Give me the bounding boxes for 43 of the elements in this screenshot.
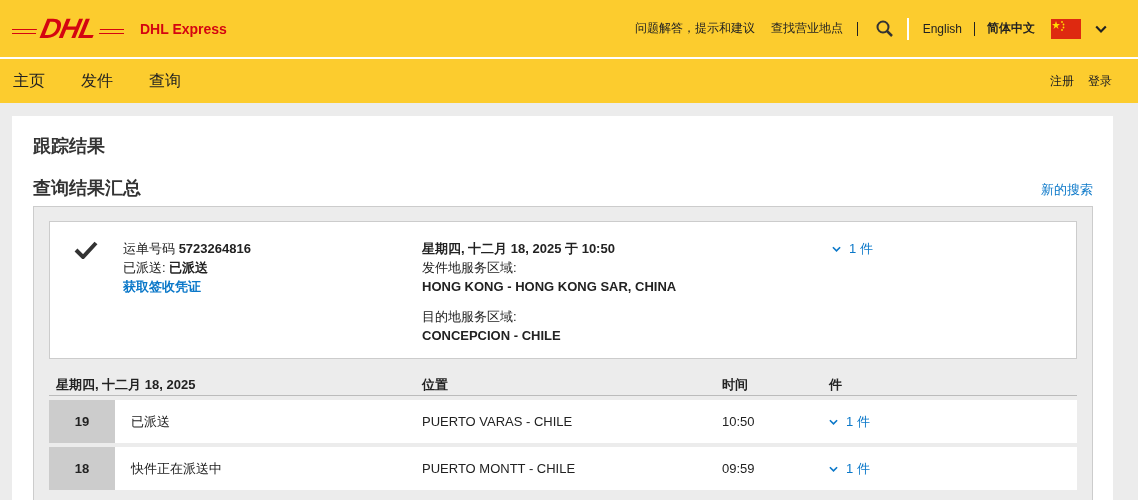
column-header: 星期四, 十二月 18, 2025: [55, 376, 197, 394]
page-title: 跟踪结果: [33, 135, 106, 158]
account-link[interactable]: 登录: [1088, 72, 1112, 90]
chevron-down-icon[interactable]: [1095, 24, 1107, 33]
column-header: 时间: [722, 376, 749, 394]
destination-value: CONCEPCION - CHILE: [422, 327, 562, 345]
pieces-link[interactable]: 1 件: [832, 239, 1076, 258]
column-header: 件: [829, 376, 843, 394]
header-link[interactable]: 查找营业地点: [770, 20, 843, 37]
chevron-down-icon: [829, 465, 838, 472]
search-icon[interactable]: [875, 20, 893, 37]
new-search-link[interactable]: 新的搜索: [1041, 181, 1093, 199]
origin-label: 发件地服务区域:: [422, 259, 518, 277]
event-time: 10:50: [722, 414, 756, 429]
column-header: 位置: [422, 376, 449, 394]
day-cell: 19: [49, 400, 115, 443]
waybill-number: 运单号码 5723264816: [123, 240, 252, 258]
brand-name: DHL Express: [140, 20, 227, 37]
event-location: PUERTO MONTT - CHILE: [422, 461, 577, 476]
event-time: 09:59: [722, 461, 756, 476]
delivery-status: 已派送: 已派送: [123, 259, 210, 277]
day-cell: 18: [49, 447, 115, 490]
chevron-down-icon: [829, 418, 838, 425]
nav-link[interactable]: 发件: [81, 70, 113, 92]
header-link[interactable]: 问题解答，提示和建议: [634, 20, 755, 37]
section-title: 查询结果汇总: [33, 177, 141, 200]
language-link[interactable]: English: [922, 21, 962, 36]
event-status: 快件正在派送中: [130, 459, 223, 478]
dhl-logo[interactable]: DHL: [12, 16, 124, 41]
pieces-link[interactable]: 1 件: [829, 412, 1077, 431]
nav-link[interactable]: 主页: [13, 70, 45, 92]
account-link[interactable]: 注册: [1050, 72, 1074, 90]
nav-link[interactable]: 查询: [149, 70, 181, 92]
proof-of-delivery-link[interactable]: 获取签收凭证: [123, 279, 201, 294]
origin-value: HONG KONG - HONG KONG SAR, CHINA: [422, 278, 678, 296]
delivery-date: 星期四, 十二月 18, 2025 于 10:50: [422, 240, 616, 258]
event-location: PUERTO VARAS - CHILE: [422, 414, 574, 429]
language-link[interactable]: 简体中文: [987, 20, 1035, 37]
destination-label: 目的地服务区域:: [422, 308, 518, 326]
flag-icon[interactable]: [1051, 18, 1081, 39]
event-status: 已派送: [130, 412, 171, 431]
pieces-link[interactable]: 1 件: [829, 459, 1077, 478]
chevron-down-icon: [832, 245, 841, 252]
